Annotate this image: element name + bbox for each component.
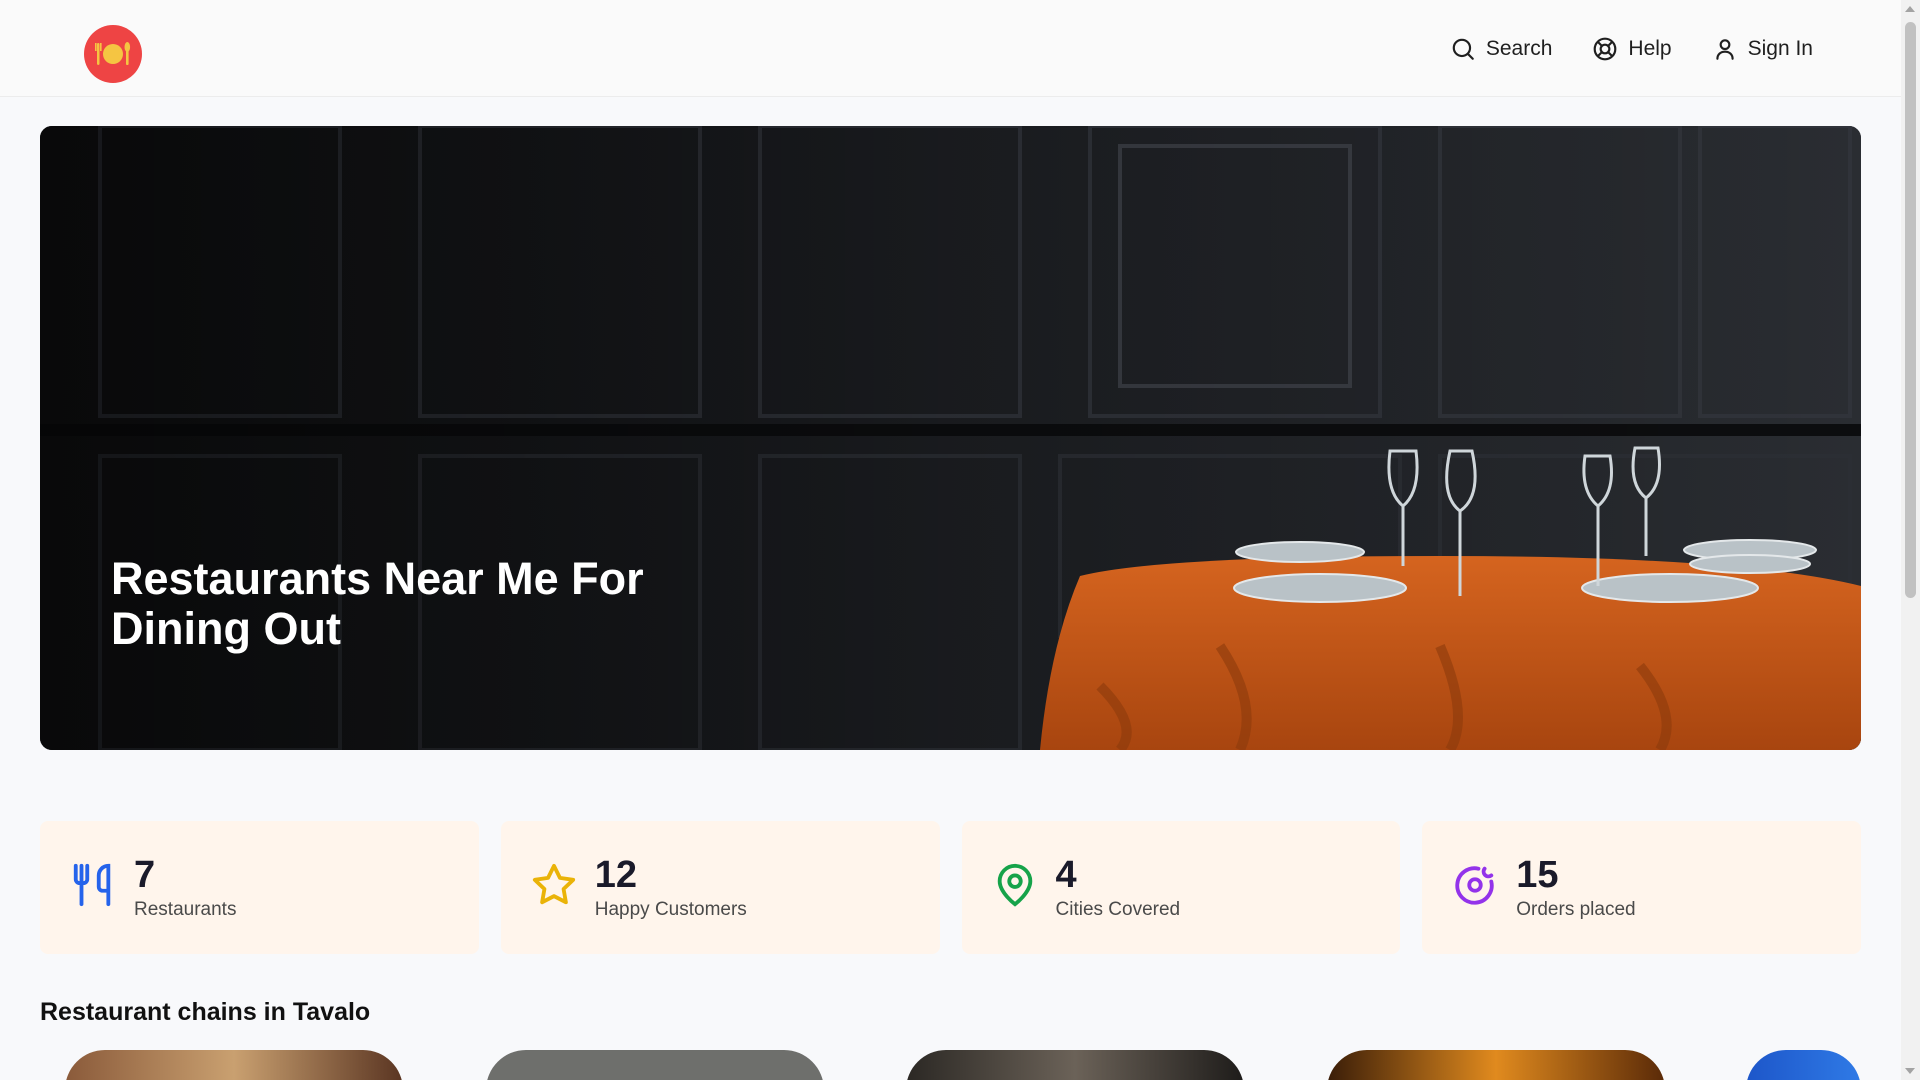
stat-value: 15 bbox=[1516, 853, 1559, 896]
chain-card[interactable] bbox=[486, 1050, 824, 1080]
plate-utensils-icon bbox=[95, 42, 131, 65]
stat-value: 7 bbox=[134, 853, 156, 896]
scroll-down-arrow[interactable] bbox=[1905, 1068, 1915, 1074]
header-nav: Search Help Sign In bbox=[1450, 0, 1813, 97]
sign-in-link[interactable]: Sign In bbox=[1712, 36, 1813, 62]
donut-icon bbox=[1455, 866, 1494, 905]
chains-section-title: Restaurant chains in Tavalo bbox=[40, 998, 371, 1026]
map-pin-icon bbox=[997, 864, 1032, 907]
stat-label: Cities Covered bbox=[1055, 898, 1181, 920]
stat-value: 4 bbox=[1055, 853, 1077, 896]
chains-carousel bbox=[40, 1050, 1861, 1080]
chain-card[interactable] bbox=[65, 1050, 403, 1080]
help-icon bbox=[1594, 37, 1617, 60]
search-link[interactable]: Search bbox=[1450, 36, 1553, 62]
chain-card[interactable] bbox=[906, 1050, 1244, 1080]
stat-label: Orders placed bbox=[1516, 898, 1636, 920]
top-header: Search Help Sign In bbox=[0, 0, 1901, 97]
chain-card[interactable] bbox=[1327, 1050, 1665, 1080]
scroll-up-arrow[interactable] bbox=[1905, 6, 1915, 12]
stat-card-restaurants: 7 Restaurants bbox=[40, 821, 479, 954]
page-scrollbar[interactable] bbox=[1901, 0, 1920, 1080]
search-label: Search bbox=[1485, 36, 1553, 60]
help-link[interactable]: Help bbox=[1592, 36, 1672, 62]
help-label: Help bbox=[1628, 36, 1672, 60]
stat-label: Restaurants bbox=[134, 898, 237, 920]
sign-in-label: Sign In bbox=[1747, 36, 1813, 60]
search-icon bbox=[1452, 38, 1474, 60]
stat-card-customers: 12 Happy Customers bbox=[500, 821, 940, 954]
logo[interactable] bbox=[84, 25, 142, 83]
scroll-thumb[interactable] bbox=[1905, 22, 1916, 598]
stat-label: Happy Customers bbox=[594, 898, 747, 920]
stat-card-orders: 15 Orders placed bbox=[1422, 821, 1861, 954]
stat-value: 12 bbox=[594, 853, 638, 896]
chain-card[interactable] bbox=[1746, 1050, 1861, 1080]
hero-banner: Restaurants Near Me For Dining Out bbox=[40, 126, 1861, 750]
hero-title: Restaurants Near Me For Dining Out bbox=[111, 553, 644, 654]
hero-background-image bbox=[40, 126, 1861, 750]
star-icon bbox=[532, 863, 575, 905]
user-icon bbox=[1715, 38, 1734, 60]
utensils-icon bbox=[73, 863, 111, 907]
stats-row: 7 Restaurants 12 Happy Customers 4 Citie… bbox=[40, 821, 1861, 954]
stat-card-cities: 4 Cities Covered bbox=[961, 821, 1401, 954]
